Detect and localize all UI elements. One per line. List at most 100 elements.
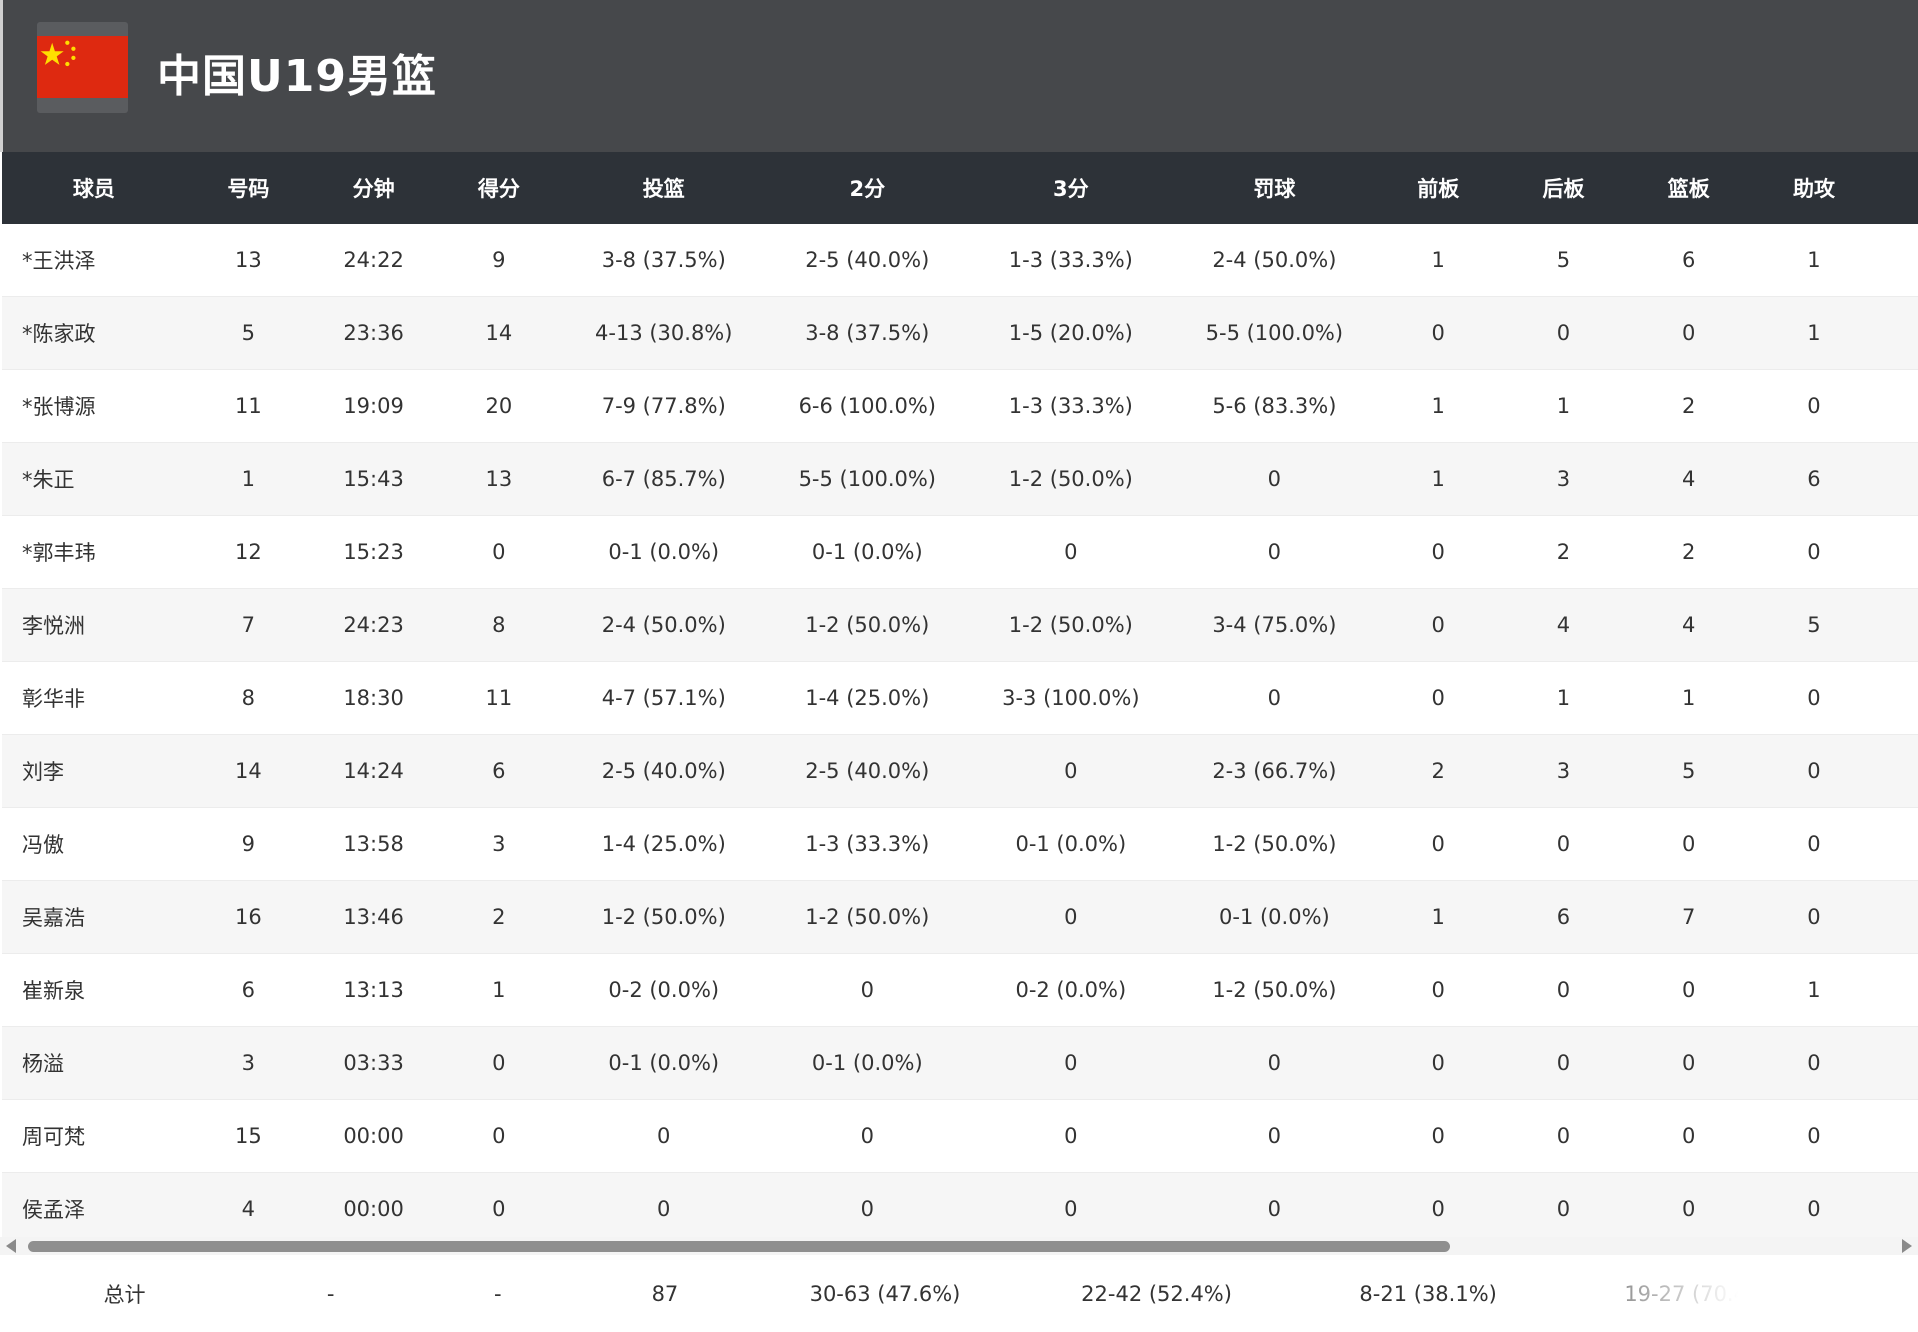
player-name-cell: 侯孟泽	[2, 1172, 186, 1237]
stat-cell: 0	[968, 1172, 1174, 1237]
column-header: 篮板	[1626, 152, 1752, 224]
stat-cell: 24:22	[310, 224, 437, 297]
stat-cell: 6-6 (100.0%)	[766, 369, 969, 443]
stat-cell: 6	[1751, 442, 1877, 516]
scroll-right-arrow-icon[interactable]	[1902, 1239, 1912, 1253]
stat-cell: 0	[1751, 1099, 1877, 1173]
stat-cell: 2-4 (50.0%)	[1173, 224, 1376, 297]
stat-cell: 2	[436, 880, 562, 954]
player-name-cell: 崔新泉	[2, 953, 186, 1027]
stat-cell: 0	[1876, 296, 1918, 370]
stat-cell: 1-4 (25.0%)	[766, 661, 969, 735]
stat-cell: 0	[1173, 442, 1376, 516]
stat-cell: 2	[1500, 515, 1627, 589]
table-row: 崔新泉 6 13:13 1 0-2 (0.0%) 0 0-2 (0.0%) 1-2 (50.0…	[2, 953, 1918, 1027]
table-row: 李悦洲 7 24:23 8 2-4 (50.0%) 1-2 (50.0%) 1-2 (50.…	[2, 588, 1918, 662]
stat-cell: 15:43	[310, 442, 437, 516]
stat-cell: 11	[185, 369, 311, 443]
stat-cell: 0	[1375, 296, 1501, 370]
stat-cell: 2	[1626, 369, 1752, 443]
stat-cell: 3	[185, 1026, 311, 1100]
flag-frame	[37, 22, 128, 113]
stat-cell: 0	[1500, 953, 1627, 1027]
stat-cell: 0-2 (0.0%)	[561, 953, 767, 1027]
china-flag-icon	[37, 36, 128, 98]
stat-cell: 0	[1751, 880, 1877, 954]
stat-cell: 1	[1375, 880, 1501, 954]
stat-cell: 0-1 (0.0%)	[1173, 880, 1376, 954]
stat-cell: 3-3 (100.0%)	[968, 661, 1174, 735]
stat-cell: 0	[1626, 296, 1752, 370]
stat-cell: 1-3 (33.3%)	[968, 224, 1174, 297]
stat-cell: 7-9 (77.8%)	[561, 369, 767, 443]
player-name-cell: 周可梵	[2, 1099, 186, 1173]
stat-cell: 0	[968, 734, 1174, 808]
stat-cell: 0	[1173, 1172, 1376, 1237]
stat-cell: 1	[1751, 296, 1877, 370]
stat-cell: 3	[436, 807, 562, 881]
stat-cell: 20	[436, 369, 562, 443]
stat-cell: 0-1 (0.0%)	[766, 515, 969, 589]
stat-cell: 15:23	[310, 515, 437, 589]
stat-cell: 1-2 (50.0%)	[1173, 807, 1376, 881]
stat-cell: 1-4 (25.0%)	[561, 807, 767, 881]
stat-cell: 1-2 (50.0%)	[968, 588, 1174, 662]
player-name-cell: 李悦洲	[2, 588, 186, 662]
stat-cell: 1-2 (50.0%)	[1173, 953, 1376, 1027]
stat-cell: 4	[185, 1172, 311, 1237]
table-row: 刘李 14 14:24 6 2-5 (40.0%) 2-5 (40.0%) 0 2-3 (66…	[2, 734, 1918, 808]
stats-table-container[interactable]: 球员号码分钟得分投篮2分3分罚球前板后板篮板助攻失误 *王洪泽1324:2293…	[2, 152, 1918, 1237]
stat-cell: 16	[185, 880, 311, 954]
player-name-cell: 彰华非	[2, 661, 186, 735]
scroll-left-arrow-icon[interactable]	[6, 1239, 16, 1253]
stat-cell: 0	[766, 953, 969, 1027]
stat-cell: 0	[436, 515, 562, 589]
stat-cell: 0	[1500, 807, 1627, 881]
stat-cell: 0	[1751, 807, 1877, 881]
totals-cell: -	[247, 1255, 415, 1332]
table-row: *陈家政 5 23:36 14 4-13 (30.8%) 3-8 (37.5%) 1-5 (…	[2, 296, 1918, 370]
stat-cell: 1	[1500, 369, 1627, 443]
column-header: 分钟	[310, 152, 437, 224]
stat-cell: 0	[1375, 1026, 1501, 1100]
stat-cell: 7	[185, 588, 311, 662]
stat-cell: 1	[1876, 1026, 1918, 1100]
table-row: 杨溢303:3300-1 (0.0%)0-1 (0.0%)0000001	[2, 1026, 1918, 1100]
stat-cell: 0	[1500, 1026, 1627, 1100]
stat-cell: 11	[436, 661, 562, 735]
stat-cell: 19:09	[310, 369, 437, 443]
stat-cell: 3-4 (75.0%)	[1173, 588, 1376, 662]
player-name-cell: *朱正	[2, 442, 186, 516]
stat-cell: 2	[1876, 442, 1918, 516]
stat-cell: 2-5 (40.0%)	[766, 734, 969, 808]
stat-cell: 0	[766, 1172, 969, 1237]
stat-cell: 6	[1626, 224, 1752, 297]
stat-cell: 2	[1876, 588, 1918, 662]
stat-cell: 13:46	[310, 880, 437, 954]
column-header: 罚球	[1173, 152, 1376, 224]
table-row: *王洪泽 13 24:22 9 3-8 (37.5%) 2-5 (40.0%) 1-3 (3…	[2, 224, 1918, 297]
column-header: 得分	[436, 152, 562, 224]
stat-cell: 0	[1500, 1172, 1627, 1237]
stat-cell: 18:30	[310, 661, 437, 735]
player-name-cell: *张博源	[2, 369, 186, 443]
player-name-cell: 吴嘉浩	[2, 880, 186, 954]
stat-cell: 13	[436, 442, 562, 516]
stat-cell: 0	[766, 1099, 969, 1173]
stat-cell: 03:33	[310, 1026, 437, 1100]
stat-cell: 8	[185, 661, 311, 735]
stat-cell: 1	[1876, 661, 1918, 735]
stat-cell: 0	[1375, 588, 1501, 662]
stat-cell: 1-3 (33.3%)	[766, 807, 969, 881]
column-header: 前板	[1375, 152, 1501, 224]
stat-cell: 1	[1375, 224, 1501, 297]
stat-cell: 0	[1173, 1099, 1376, 1173]
stat-cell: 5	[1626, 734, 1752, 808]
scrollbar-thumb[interactable]	[28, 1241, 1450, 1252]
stat-cell: 1-2 (50.0%)	[766, 880, 969, 954]
stat-cell: 5-6 (83.3%)	[1173, 369, 1376, 443]
stat-cell: 0	[436, 1099, 562, 1173]
stat-cell: 1-2 (50.0%)	[766, 588, 969, 662]
stat-cell: 1	[1626, 661, 1752, 735]
horizontal-scrollbar[interactable]	[0, 1237, 1918, 1255]
